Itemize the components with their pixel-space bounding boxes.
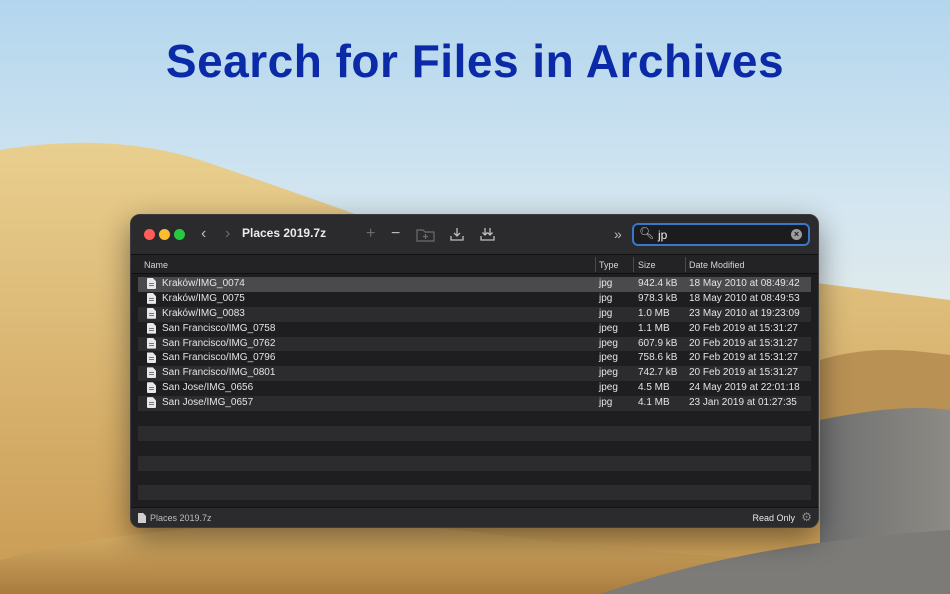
minimize-window-button[interactable] [159, 229, 170, 240]
file-size: 4.5 MB [638, 382, 670, 394]
column-size[interactable]: Size [638, 260, 656, 270]
file-name: Kraków/IMG_0083 [162, 307, 245, 319]
document-icon [147, 337, 156, 349]
file-type: jpg [599, 307, 613, 319]
activity-spinner-icon: ⚙︎ [801, 510, 812, 524]
document-icon [147, 382, 156, 394]
file-type: jpg [599, 397, 613, 409]
file-name: San Francisco/IMG_0796 [162, 352, 276, 364]
file-name: Kraków/IMG_0075 [162, 292, 245, 304]
file-date: 18 May 2010 at 08:49:42 [689, 278, 800, 289]
column-divider[interactable] [595, 257, 596, 272]
extract-icon[interactable] [449, 226, 465, 242]
file-date: 20 Feb 2019 at 15:31:27 [689, 352, 798, 364]
file-type: jpg [599, 278, 613, 289]
archive-file-icon [138, 513, 146, 523]
file-date: 23 Jan 2019 at 01:27:35 [689, 397, 797, 409]
table-row[interactable]: San Jose/IMG_0656 jpeg 4.5 MB 24 May 201… [138, 381, 811, 396]
file-type: jpeg [599, 322, 618, 334]
file-type: jpeg [599, 337, 618, 349]
close-window-button[interactable] [144, 229, 155, 240]
file-name: Kraków/IMG_0074 [162, 278, 245, 289]
table-row[interactable]: San Francisco/IMG_0801 jpeg 742.7 kB 20 … [138, 366, 811, 382]
column-date-modified[interactable]: Date Modified [689, 260, 745, 270]
table-row[interactable]: Kraków/IMG_0075 jpg 978.3 kB 18 May 2010… [138, 292, 811, 307]
file-date: 20 Feb 2019 at 15:31:27 [689, 322, 798, 334]
remove-icon[interactable]: − [391, 224, 400, 244]
page-headline: Search for Files in Archives [165, 35, 785, 87]
file-list: Kraków/IMG_0074 jpg 942.4 kB 18 May 2010… [138, 277, 811, 515]
document-icon [147, 292, 156, 304]
status-read-only: Read Only [752, 513, 795, 523]
document-icon [147, 397, 156, 409]
file-size: 1.0 MB [638, 307, 670, 319]
file-name: San Francisco/IMG_0758 [162, 322, 276, 334]
file-date: 20 Feb 2019 at 15:31:27 [689, 337, 798, 349]
search-query[interactable]: jp [658, 228, 667, 242]
back-chevron-icon[interactable]: ‹ [201, 224, 206, 244]
search-icon: 🔍︎ [639, 226, 655, 240]
archive-window: ‹ › Places 2019.7z + − » 🔍︎ jp × Name Ty… [130, 214, 819, 528]
file-date: 18 May 2010 at 08:49:53 [689, 292, 800, 304]
empty-row [138, 485, 811, 501]
table-row[interactable]: San Francisco/IMG_0758 jpeg 1.1 MB 20 Fe… [138, 322, 811, 337]
column-divider[interactable] [633, 257, 634, 272]
empty-row [138, 471, 811, 486]
document-icon [147, 352, 156, 364]
more-chevron-icon[interactable]: » [614, 224, 622, 244]
file-size: 742.7 kB [638, 367, 678, 379]
table-row[interactable]: San Francisco/IMG_0762 jpeg 607.9 kB 20 … [138, 336, 811, 352]
document-icon [147, 278, 156, 289]
empty-row [138, 425, 811, 441]
file-name: San Jose/IMG_0656 [162, 382, 254, 394]
document-icon [147, 307, 156, 319]
column-divider[interactable] [685, 257, 686, 272]
column-type[interactable]: Type [599, 260, 619, 270]
file-size: 4.1 MB [638, 397, 670, 409]
table-row[interactable]: Kraków/IMG_0074 jpg 942.4 kB 18 May 2010… [138, 277, 811, 292]
file-size: 978.3 kB [638, 292, 678, 304]
search-field[interactable]: 🔍︎ jp × [632, 223, 810, 246]
toolbar: ‹ › Places 2019.7z + − » 🔍︎ jp × [131, 215, 818, 255]
file-size: 1.1 MB [638, 322, 670, 334]
file-date: 23 May 2010 at 19:23:09 [689, 307, 800, 319]
file-type: jpg [599, 292, 613, 304]
file-size: 607.9 kB [638, 337, 678, 349]
zoom-window-button[interactable] [174, 229, 185, 240]
empty-row [138, 441, 811, 456]
file-date: 24 May 2019 at 22:01:18 [689, 382, 800, 394]
file-type: jpeg [599, 367, 618, 379]
document-icon [147, 367, 156, 379]
table-row[interactable]: Kraków/IMG_0083 jpg 1.0 MB 23 May 2010 a… [138, 306, 811, 322]
file-name: San Jose/IMG_0657 [162, 397, 254, 409]
file-size: 942.4 kB [638, 278, 678, 289]
file-size: 758.6 kB [638, 352, 678, 364]
new-folder-icon[interactable] [416, 227, 435, 242]
window-title: Places 2019.7z [242, 226, 327, 240]
empty-row [138, 455, 811, 471]
column-name[interactable]: Name [144, 260, 168, 270]
empty-row [138, 411, 811, 426]
status-bar: Places 2019.7z Read Only ⚙︎ [131, 507, 818, 527]
extract-all-icon[interactable] [479, 226, 496, 242]
table-row[interactable]: San Jose/IMG_0657 jpg 4.1 MB 23 Jan 2019… [138, 396, 811, 412]
status-archive-name: Places 2019.7z [150, 513, 212, 523]
file-name: San Francisco/IMG_0762 [162, 337, 276, 349]
table-row[interactable]: San Francisco/IMG_0796 jpeg 758.6 kB 20 … [138, 351, 811, 366]
forward-chevron-icon[interactable]: › [225, 224, 230, 244]
document-icon [147, 322, 156, 334]
file-type: jpeg [599, 382, 618, 394]
file-date: 20 Feb 2019 at 15:31:27 [689, 367, 798, 379]
add-icon[interactable]: + [366, 224, 375, 244]
file-type: jpeg [599, 352, 618, 364]
file-name: San Francisco/IMG_0801 [162, 367, 276, 379]
column-header: Name Type Size Date Modified [131, 255, 818, 274]
clear-search-icon[interactable]: × [791, 229, 802, 240]
